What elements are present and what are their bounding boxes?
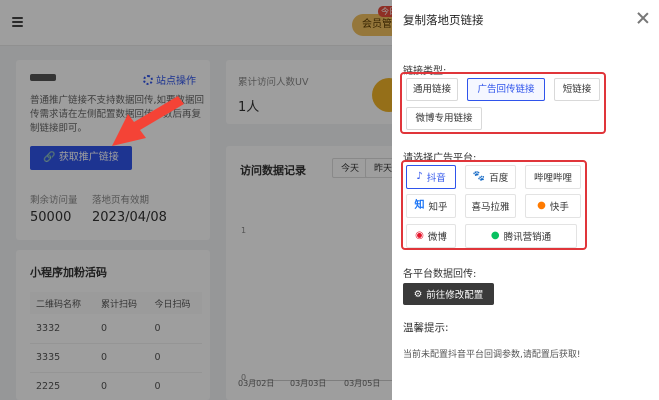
link-type-general[interactable]: 通用链接 bbox=[406, 78, 458, 101]
platform-kuaishou[interactable]: ● 快手 bbox=[525, 194, 581, 218]
platform-zhihu[interactable]: 知 知乎 bbox=[406, 194, 456, 218]
platform-label-text: 知乎 bbox=[428, 202, 448, 213]
platform-label-text: 微博 bbox=[427, 232, 447, 243]
close-icon[interactable] bbox=[637, 12, 649, 24]
drawer-title: 复制落地页链接 bbox=[403, 13, 484, 27]
link-type-weibo[interactable]: 微博专用链接 bbox=[406, 107, 482, 130]
douyin-icon: ♪ bbox=[416, 171, 423, 182]
tencent-icon: ● bbox=[490, 230, 500, 241]
annotation-arrow-icon bbox=[112, 96, 184, 146]
platform-douyin[interactable]: ♪ 抖音 bbox=[406, 165, 456, 189]
go-modify-config-button[interactable]: ⚙ 前往修改配置 bbox=[403, 283, 494, 305]
weibo-icon: ◉ bbox=[415, 230, 424, 241]
backfeed-label: 各平台数据回传: bbox=[403, 269, 477, 280]
platform-bilibili[interactable]: 哔哩哔哩 bbox=[525, 165, 581, 189]
kuaishou-icon: ● bbox=[537, 200, 546, 211]
platform-label-text: 快手 bbox=[549, 202, 569, 213]
platform-label-text: 哔哩哔哩 bbox=[533, 173, 572, 184]
platform-label-text: 腾讯营销通 bbox=[503, 232, 552, 243]
platform-label-text: 抖音 bbox=[426, 173, 446, 184]
hint-title: 温馨提示: bbox=[403, 322, 449, 334]
platform-label-text: 喜马拉雅 bbox=[471, 202, 510, 213]
link-type-ad-callback[interactable]: 广告回传链接 bbox=[467, 78, 545, 101]
platform-tencent[interactable]: ● 腾讯营销通 bbox=[465, 224, 577, 248]
go-modify-config-label: 前往修改配置 bbox=[426, 290, 484, 301]
baidu-icon: 🐾 bbox=[472, 171, 486, 182]
link-type-short[interactable]: 短链接 bbox=[554, 78, 600, 101]
platform-label-text: 百度 bbox=[489, 173, 509, 184]
platform-ximalaya[interactable]: 喜马拉雅 bbox=[465, 194, 516, 218]
modal-overlay[interactable] bbox=[0, 0, 392, 400]
hint-text: 当前未配置抖音平台回调参数,请配置后获取! bbox=[403, 350, 581, 360]
platform-weibo[interactable]: ◉ 微博 bbox=[406, 224, 456, 248]
gear-icon: ⚙ bbox=[413, 288, 423, 300]
platform-baidu[interactable]: 🐾 百度 bbox=[465, 165, 516, 189]
zhihu-icon: 知 bbox=[414, 200, 425, 211]
copy-link-drawer: 复制落地页链接 链接类型: 通用链接 广告回传链接 短链接 微博专用链接 请选择… bbox=[392, 0, 659, 400]
